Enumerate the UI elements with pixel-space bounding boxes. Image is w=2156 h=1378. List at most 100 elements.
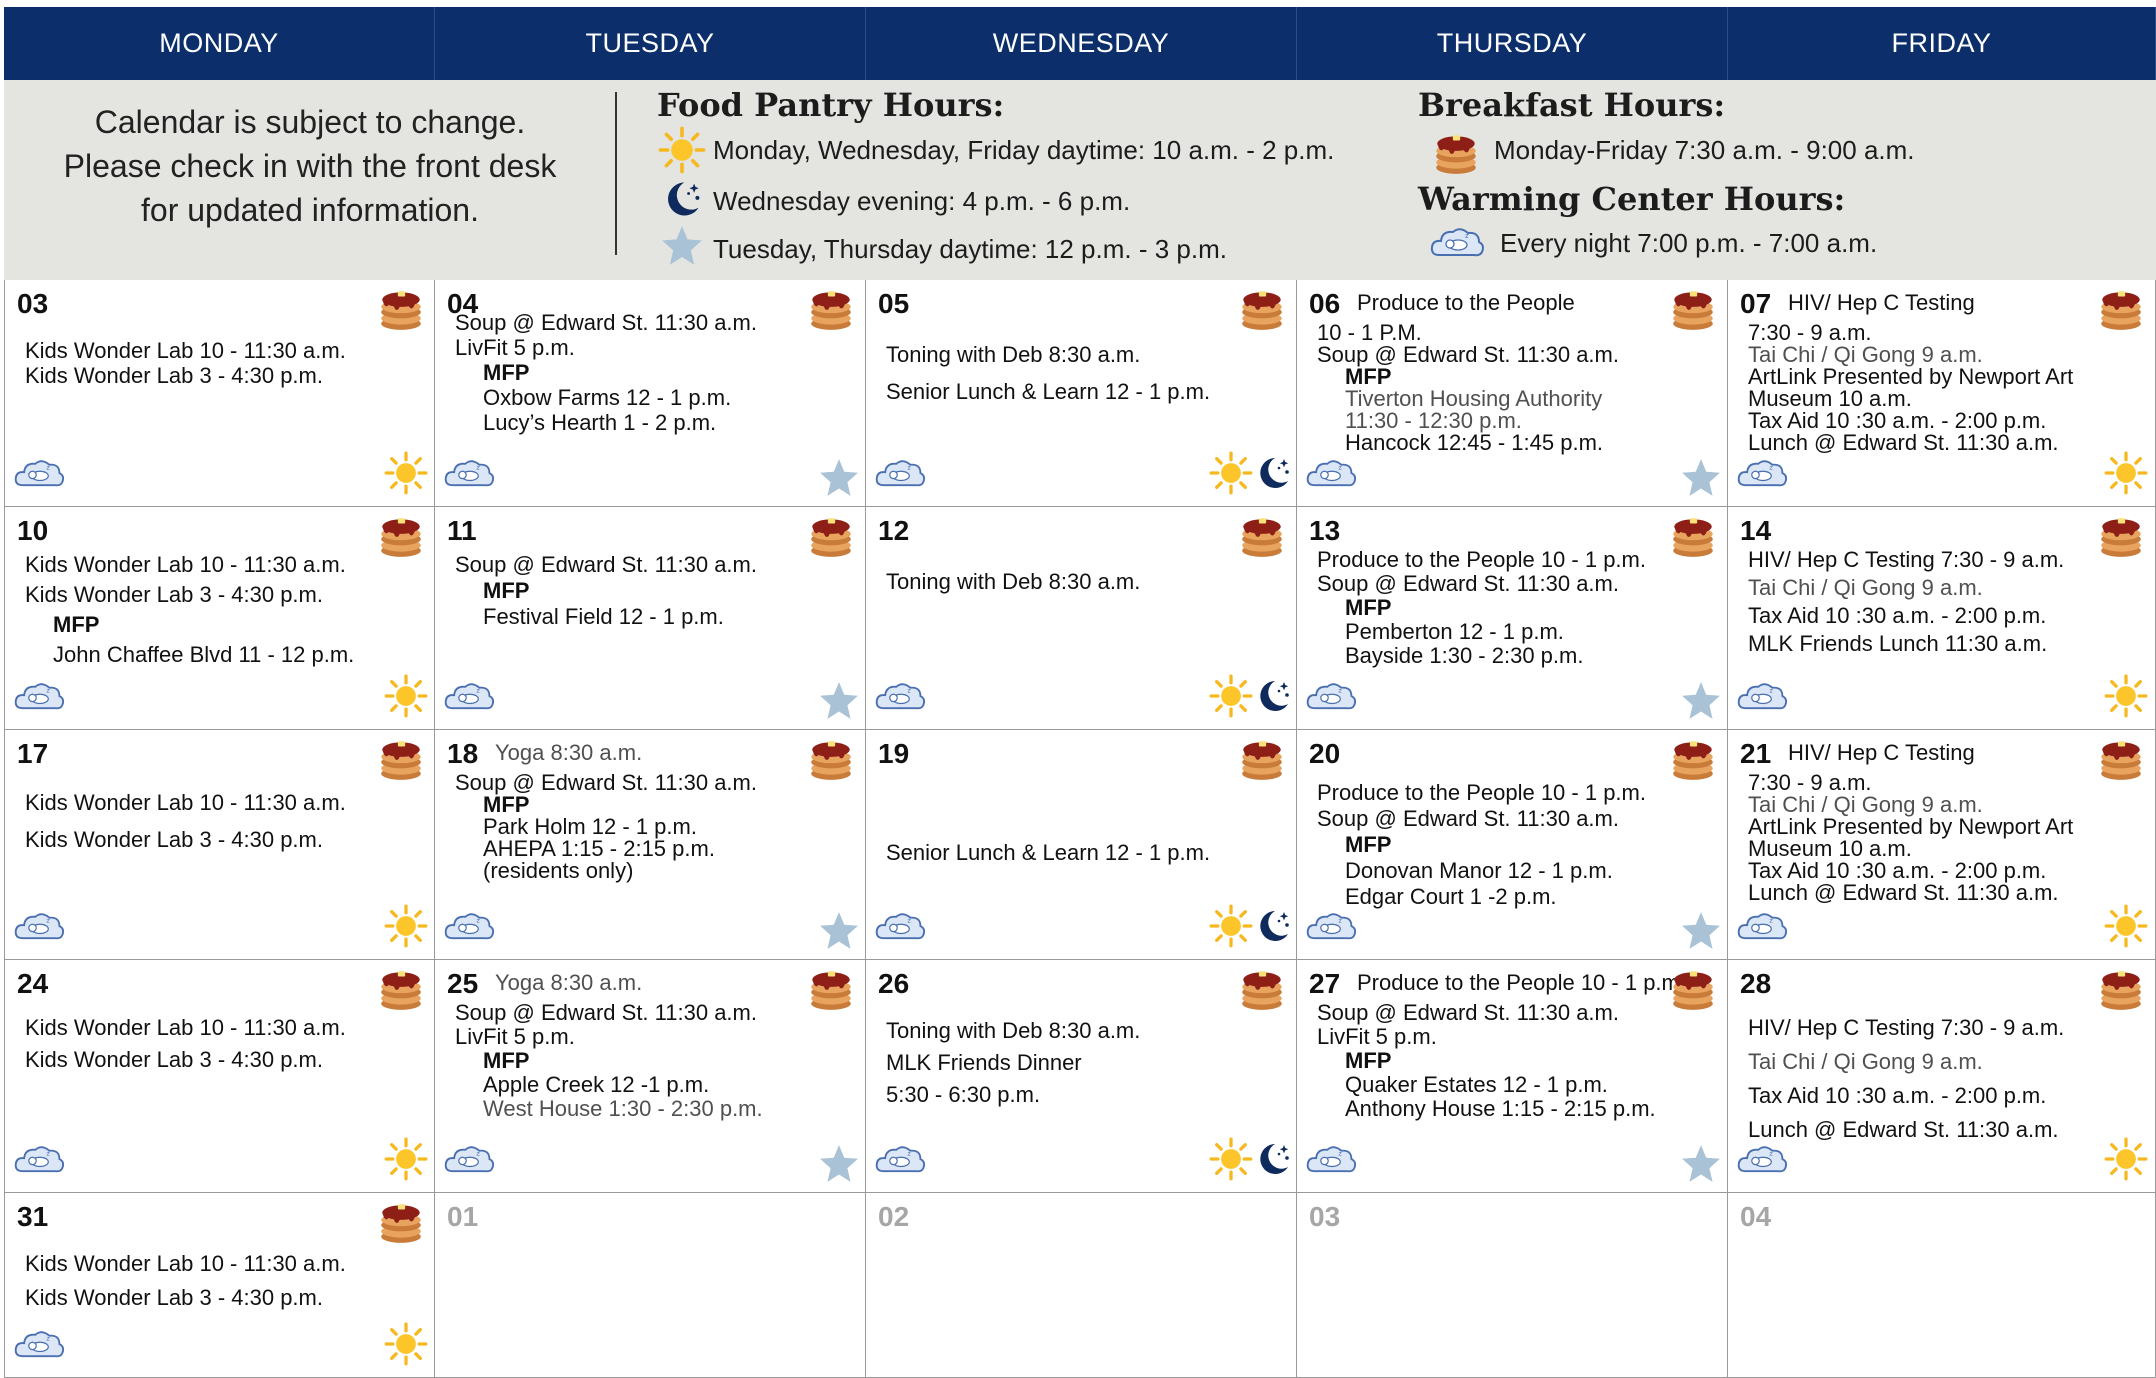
event-text: Soup @ Edward St. 11:30 a.m. — [1317, 1000, 1619, 1025]
event-text: Anthony House 1:15 - 2:15 p.m. — [1345, 1096, 1656, 1121]
event-text: Festival Field 12 - 1 p.m. — [483, 604, 724, 629]
event-text: Kids Wonder Lab 10 - 11:30 a.m. — [25, 552, 346, 577]
star-icon — [818, 1143, 860, 1185]
sleeping-cloud-icon — [13, 680, 65, 714]
event-text: Lunch @ Edward St. 11:30 a.m. — [1748, 430, 2059, 455]
sun-icon — [658, 126, 706, 174]
mfp-label: MFP — [1345, 1048, 1392, 1073]
event-text: Produce to the People 10 - 1 p.m. — [1317, 780, 1646, 805]
pancake-icon — [806, 964, 856, 1014]
day-number: 19 — [878, 738, 910, 769]
pancake-icon — [1237, 964, 1287, 1014]
day-number: 14 — [1740, 515, 1772, 546]
day-number: 03 — [17, 288, 49, 319]
warming-hours: Every night 7:00 p.m. - 7:00 a.m. — [1500, 228, 1878, 258]
sleeping-cloud-icon — [1305, 457, 1357, 491]
sleeping-cloud-icon — [1429, 225, 1485, 261]
moon-icon — [1253, 906, 1293, 946]
day-cell: 19 Senior Lunch & Learn 12 - 1 p.m. — [866, 730, 1297, 960]
event-text: Edgar Court 1 -2 p.m. — [1345, 884, 1557, 909]
day-number: 24 — [17, 968, 49, 999]
notice-line: Calendar is subject to change. — [94, 104, 526, 140]
day-cell: 10 Kids Wonder Lab 10 - 11:30 a.m. Kids Wo… — [4, 507, 435, 730]
star-icon — [818, 910, 860, 952]
sleeping-cloud-icon — [1736, 680, 1788, 714]
sleeping-cloud-icon — [1736, 910, 1788, 944]
event-text: Kids Wonder Lab 3 - 4:30 p.m. — [25, 363, 323, 388]
event-text: Hancock 12:45 - 1:45 p.m. — [1345, 430, 1604, 455]
event-text: Senior Lunch & Learn 12 - 1 p.m. — [886, 840, 1211, 865]
event-text: Lunch @ Edward St. 11:30 a.m. — [1748, 880, 2059, 905]
sun-icon — [1209, 904, 1253, 948]
day-cell: 04 — [1728, 1193, 2156, 1378]
event-text: Kids Wonder Lab 10 - 11:30 a.m. — [25, 790, 346, 815]
event-text: Kids Wonder Lab 10 - 11:30 a.m. — [25, 1015, 346, 1040]
food-pantry-line: Wednesday evening: 4 p.m. - 6 p.m. — [713, 186, 1131, 216]
star-icon — [818, 680, 860, 722]
sleeping-cloud-icon — [13, 910, 65, 944]
mfp-label: MFP — [483, 1048, 530, 1073]
sleeping-cloud-icon — [13, 1328, 65, 1362]
day-cell: 21 HIV/ Hep C Testing 7:30 - 9 a.m. Tai Chi… — [1728, 730, 2156, 960]
day-number: 25 — [447, 968, 479, 999]
day-cell: 13 Produce to the People 10 - 1 p.m. Soup … — [1297, 507, 1728, 730]
moon-icon — [660, 177, 704, 221]
day-cell: 07 HIV/ Hep C Testing 7:30 - 9 a.m. Tai Chi… — [1728, 280, 2156, 507]
event-text: HIV/ Hep C Testing 7:30 - 9 a.m. — [1748, 547, 2065, 572]
event-text: West House 1:30 - 2:30 p.m. — [483, 1096, 763, 1121]
day-cell: 31 Kids Wonder Lab 10 - 11:30 a.m. Kids Wo… — [4, 1193, 435, 1378]
event-text: Soup @ Edward St. 11:30 a.m. — [1317, 806, 1619, 831]
day-cell: 25 Yoga 8:30 a.m. Soup @ Edward St. 11:30 … — [435, 960, 866, 1193]
day-cell: 03 Kids Wonder Lab 10 - 11:30 a.m. Kids Wo… — [4, 280, 435, 507]
event-text: Toning with Deb 8:30 a.m. — [886, 569, 1141, 594]
event-text: Kids Wonder Lab 3 - 4:30 p.m. — [25, 1285, 323, 1310]
event-text: Soup @ Edward St. 11:30 a.m. — [455, 552, 757, 577]
moon-icon — [1253, 453, 1293, 493]
event-text: Apple Creek 12 -1 p.m. — [483, 1072, 710, 1097]
day-cell: 12 Toning with Deb 8:30 a.m. — [866, 507, 1297, 730]
star-icon — [1680, 457, 1722, 499]
day-cell: 24 Kids Wonder Lab 10 - 11:30 a.m. Kids Wo… — [4, 960, 435, 1193]
event-text: HIV/ Hep C Testing — [1788, 290, 1975, 315]
pancake-icon — [1237, 511, 1287, 561]
schedule-notice: Calendar is subject to change. Please ch… — [4, 100, 616, 232]
divider — [615, 92, 617, 255]
day-cell: 01 — [435, 1193, 866, 1378]
sleeping-cloud-icon — [1736, 1143, 1788, 1177]
sleeping-cloud-icon — [1305, 1143, 1357, 1177]
sleeping-cloud-icon — [443, 457, 495, 491]
event-text: LivFit 5 p.m. — [455, 1024, 575, 1049]
sleeping-cloud-icon — [1305, 680, 1357, 714]
day-cell: 27 Produce to the People 10 - 1 p.m. Soup … — [1297, 960, 1728, 1193]
pancake-icon — [1668, 964, 1718, 1014]
event-text: Toning with Deb 8:30 a.m. — [886, 1018, 1141, 1043]
event-text: 5:30 - 6:30 p.m. — [886, 1082, 1041, 1107]
event-text: Tax Aid 10 :30 a.m. - 2:00 p.m. — [1748, 1083, 2047, 1108]
day-number: 04 — [1740, 1201, 1772, 1232]
pancake-icon — [1668, 734, 1718, 784]
pancake-icon — [1668, 511, 1718, 561]
pancake-icon — [1668, 284, 1718, 334]
mfp-label: MFP — [483, 578, 530, 603]
event-text: Tai Chi / Qi Gong 9 a.m. — [1748, 575, 1983, 600]
calendar-page: MONDAY TUESDAY WEDNESDAY THURSDAY FRIDAY… — [4, 7, 2156, 1378]
mfp-label: MFP — [1345, 595, 1392, 620]
sleeping-cloud-icon — [1736, 457, 1788, 491]
day-number: 02 — [878, 1201, 910, 1232]
day-number: 13 — [1309, 515, 1341, 546]
sleeping-cloud-icon — [13, 457, 65, 491]
event-text: Pemberton 12 - 1 p.m. — [1345, 619, 1564, 644]
day-number: 01 — [447, 1201, 479, 1232]
header-monday: MONDAY — [4, 7, 435, 80]
pancake-icon — [376, 284, 426, 334]
sun-icon — [1209, 1137, 1253, 1181]
star-icon — [660, 224, 704, 268]
event-text: Produce to the People 10 - 1 p.m. — [1317, 547, 1646, 572]
day-cell: 18 Yoga 8:30 a.m. Soup @ Edward St. 11:30 … — [435, 730, 866, 960]
event-text: Yoga 8:30 a.m. — [495, 740, 643, 765]
pancake-icon — [1431, 128, 1481, 178]
event-text: Bayside 1:30 - 2:30 p.m. — [1345, 643, 1584, 668]
pancake-icon — [806, 284, 856, 334]
pancake-icon — [806, 511, 856, 561]
event-text: Oxbow Farms 12 - 1 p.m. — [483, 385, 732, 410]
